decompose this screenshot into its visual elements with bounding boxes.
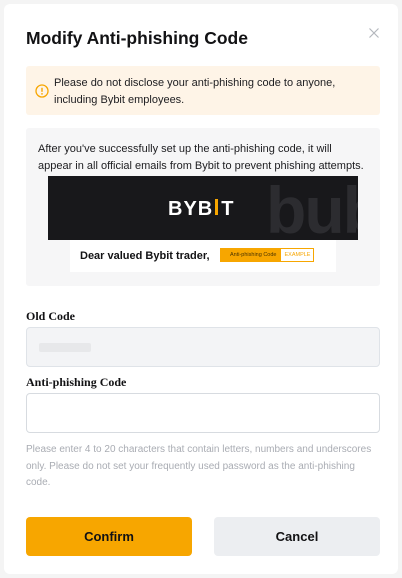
confirm-button[interactable]: Confirm [26, 517, 192, 556]
masked-value [39, 343, 91, 352]
warning-banner: Please do not disclose your anti-phishin… [26, 66, 380, 115]
input-hint: Please enter 4 to 20 characters that con… [26, 444, 372, 488]
anti-phishing-dialog: Modify Anti-phishing Code Please do not … [4, 4, 398, 574]
warning-icon [35, 84, 49, 98]
banner-watermark: bub [266, 176, 358, 240]
cancel-button[interactable]: Cancel [214, 517, 380, 556]
anti-phishing-code-input[interactable] [26, 393, 380, 433]
email-greeting: Dear valued Bybit trader, [80, 250, 210, 262]
preview-description: After you've successfully set up the ant… [38, 143, 364, 172]
bybit-logo: BYB T [168, 198, 235, 220]
anti-phishing-tag: Anti-phishing Code EXAMPLE [220, 248, 315, 262]
dialog-title: Modify Anti-phishing Code [26, 28, 248, 48]
anti-phishing-code-label: Anti-phishing Code [26, 375, 127, 389]
email-preview: After you've successfully set up the ant… [26, 128, 380, 286]
tag-label: Anti-phishing Code [220, 248, 281, 262]
tag-value: EXAMPLE [280, 248, 315, 262]
old-code-input[interactable] [26, 327, 380, 367]
old-code-label: Old Code [26, 309, 76, 323]
close-icon[interactable] [366, 25, 382, 41]
warning-text: Please do not disclose your anti-phishin… [54, 77, 336, 106]
email-letter: Dear valued Bybit trader, Anti-phishing … [70, 240, 336, 272]
email-banner: bub BYBT [48, 176, 358, 240]
